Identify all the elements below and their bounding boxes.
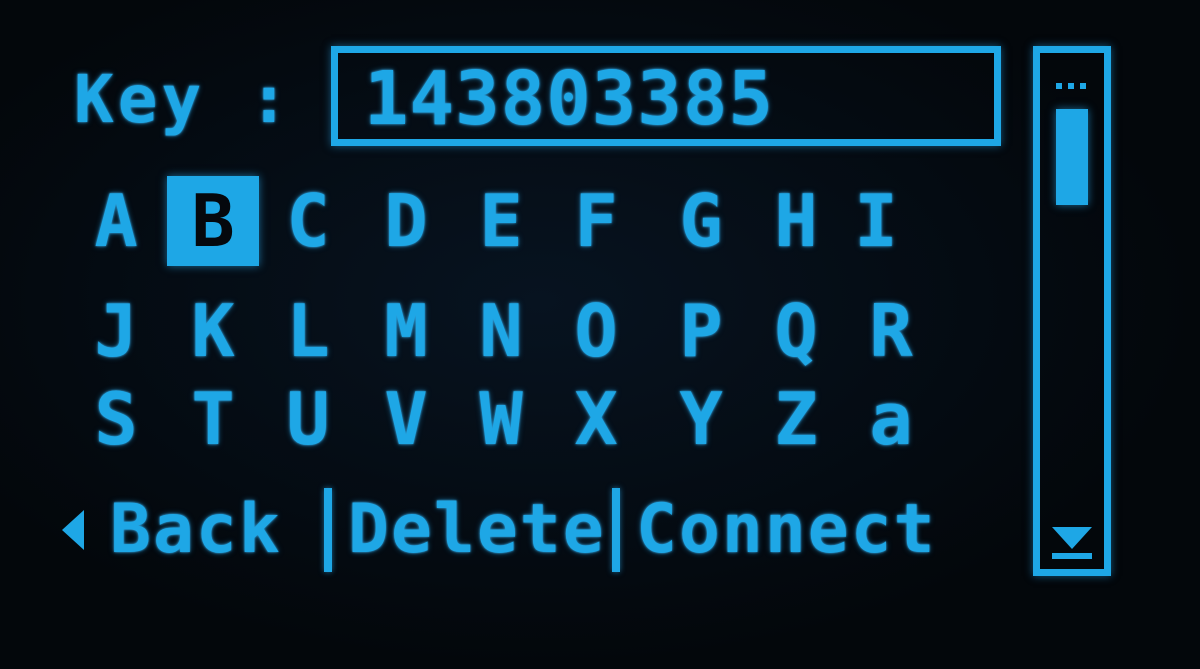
scroll-thumb[interactable]	[1056, 109, 1088, 205]
key-k[interactable]: K	[167, 286, 259, 376]
key-d[interactable]: D	[360, 176, 452, 266]
key-y[interactable]: Y	[655, 374, 747, 464]
divider	[612, 488, 620, 572]
key-i[interactable]: I	[830, 176, 922, 266]
scrollbar[interactable]	[1033, 46, 1111, 576]
key-h[interactable]: H	[750, 176, 842, 266]
key-x[interactable]: X	[550, 374, 642, 464]
triangle-down-icon[interactable]	[1052, 527, 1092, 549]
key-w[interactable]: W	[455, 374, 547, 464]
key-t[interactable]: T	[167, 374, 259, 464]
key-z[interactable]: Z	[750, 374, 842, 464]
key-f[interactable]: F	[550, 176, 642, 266]
key-u[interactable]: U	[262, 374, 354, 464]
delete-button[interactable]: Delete	[348, 486, 606, 574]
key-a[interactable]: A	[70, 176, 162, 266]
key-l[interactable]: L	[262, 286, 354, 376]
key-input-field[interactable]: 143803385	[331, 46, 1001, 146]
key-g[interactable]: G	[655, 176, 747, 266]
key-lowercase-a[interactable]: a	[845, 374, 937, 464]
key-o[interactable]: O	[550, 286, 642, 376]
key-e[interactable]: E	[455, 176, 547, 266]
key-c[interactable]: C	[262, 176, 354, 266]
triangle-left-icon	[62, 510, 84, 550]
action-bar: Back Delete Connect	[62, 486, 982, 576]
key-m[interactable]: M	[360, 286, 452, 376]
key-input-value: 143803385	[364, 56, 774, 142]
connect-button[interactable]: Connect	[636, 486, 937, 574]
back-button[interactable]: Back	[110, 486, 282, 574]
key-r[interactable]: R	[845, 286, 937, 376]
key-j[interactable]: J	[70, 286, 162, 376]
oled-screen: Key : 143803385 A B C D E F G H I J K L …	[0, 0, 1200, 669]
key-p[interactable]: P	[655, 286, 747, 376]
key-label: Key :	[74, 61, 293, 138]
key-q[interactable]: Q	[750, 286, 842, 376]
scroll-down-bar	[1052, 553, 1092, 559]
key-b[interactable]: B	[167, 176, 259, 266]
scroll-up-indicator	[1056, 83, 1088, 89]
key-s[interactable]: S	[70, 374, 162, 464]
key-v[interactable]: V	[360, 374, 452, 464]
divider	[324, 488, 332, 572]
key-n[interactable]: N	[455, 286, 547, 376]
